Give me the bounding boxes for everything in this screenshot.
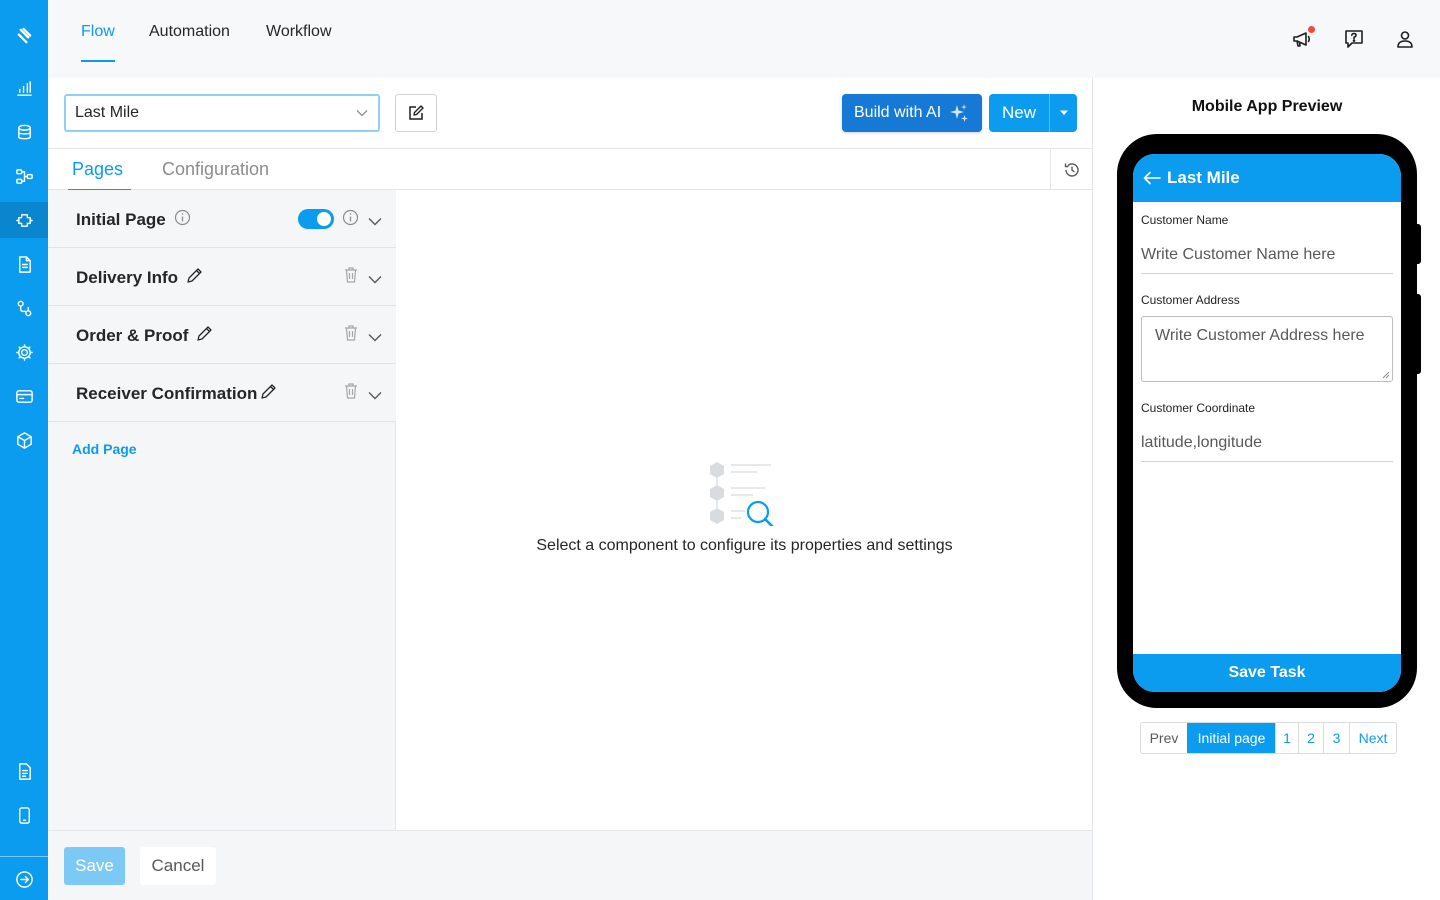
history-button[interactable] (1050, 149, 1092, 190)
page-row-delivery-info[interactable]: Delivery Info (48, 248, 396, 306)
pagination-page-2[interactable]: 2 (1298, 723, 1323, 753)
phone-side-button (1415, 224, 1421, 264)
app-title: Last Mile (1167, 168, 1240, 187)
build-with-ai-button[interactable]: Build with AI (842, 94, 982, 132)
new-dropdown-toggle[interactable] (1049, 94, 1077, 132)
field-label: Customer Address (1141, 293, 1240, 307)
save-button[interactable]: Save (64, 847, 125, 885)
expand-icon[interactable] (0, 861, 48, 897)
field-label: Customer Coordinate (1141, 401, 1256, 415)
package-icon[interactable] (0, 422, 48, 458)
settings-icon[interactable] (0, 334, 48, 370)
flow-editor-panel: Last Mile Build with AI New Pages Config… (48, 78, 1092, 830)
save-task-button[interactable]: Save Task (1133, 654, 1401, 692)
page-title: Order & Proof (76, 326, 189, 345)
customer-address-textarea[interactable]: Write Customer Address here (1141, 316, 1393, 382)
app-header: Last Mile (1133, 154, 1401, 202)
chevron-down-icon[interactable] (368, 387, 382, 405)
route-icon[interactable] (0, 290, 48, 326)
trash-icon[interactable] (344, 383, 358, 404)
page-row-order-proof[interactable]: Order & Proof (48, 306, 396, 364)
database-icon[interactable] (0, 114, 48, 150)
edit-flow-button[interactable] (395, 94, 437, 132)
back-arrow-icon[interactable] (1143, 171, 1161, 185)
preview-title: Mobile App Preview (1191, 98, 1343, 115)
sidebar-rail (0, 0, 48, 900)
mobile-icon[interactable] (0, 797, 48, 833)
user-icon[interactable] (1392, 26, 1418, 52)
page-enabled-toggle[interactable] (298, 209, 334, 229)
pagination-prev[interactable]: Prev (1141, 723, 1187, 753)
page-title: Receiver Confirmation (76, 384, 258, 403)
nav-tab-flow[interactable]: Flow (81, 0, 115, 64)
field-label: Customer Name (1141, 213, 1229, 227)
notification-dot (1308, 26, 1315, 33)
pagination-page-3[interactable]: 3 (1323, 723, 1349, 753)
flow-select[interactable]: Last Mile (64, 94, 380, 132)
new-button[interactable]: New (989, 94, 1077, 132)
page-title: Delivery Info (76, 268, 179, 287)
resize-handle-icon[interactable] (1382, 371, 1390, 379)
flow-icon[interactable] (0, 158, 48, 194)
trash-icon[interactable] (344, 267, 358, 288)
pencil-icon[interactable] (186, 267, 203, 289)
edit-icon (408, 105, 424, 121)
build-with-ai-label: Build with AI (854, 104, 942, 121)
pagination-current[interactable]: Initial page (1187, 723, 1275, 753)
billing-icon[interactable] (0, 378, 48, 414)
trash-icon[interactable] (344, 325, 358, 346)
chevron-down-icon[interactable] (368, 271, 382, 289)
megaphone-icon[interactable] (1289, 26, 1315, 52)
document-icon[interactable] (0, 246, 48, 282)
nav-tab-workflow[interactable]: Workflow (266, 0, 332, 64)
phone-screen: Last Mile Customer Name Write Customer N… (1133, 154, 1401, 692)
page-row-initial[interactable]: Initial Page (48, 190, 396, 248)
chevron-down-icon[interactable] (368, 329, 382, 347)
preview-pagination: Prev Initial page 1 2 3 Next (1140, 722, 1397, 754)
page-row-receiver-confirmation[interactable]: Receiver Confirmation (48, 364, 396, 422)
pages-list: Initial Page Delivery Info Order & Proof… (48, 190, 396, 830)
search-components-icon (707, 460, 779, 526)
mobile-preview-panel: Mobile App Preview Last Mile Customer Na… (1092, 78, 1440, 900)
pagination-next[interactable]: Next (1349, 723, 1396, 753)
notes-icon[interactable] (0, 753, 48, 789)
history-icon (1063, 161, 1081, 179)
flow-select-value: Last Mile (75, 104, 140, 121)
new-button-label: New (1001, 103, 1036, 122)
component-config-empty-state: Select a component to configure its prop… (397, 190, 1092, 830)
phone-side-button (1415, 294, 1421, 374)
sparkle-icon (949, 103, 969, 123)
integration-icon[interactable] (0, 202, 48, 238)
tab-pages[interactable]: Pages (67, 149, 132, 191)
pagination-page-1[interactable]: 1 (1275, 723, 1298, 753)
info-icon[interactable] (342, 209, 359, 231)
customer-coordinate-input[interactable]: latitude,longitude (1141, 424, 1393, 462)
pencil-icon[interactable] (260, 383, 277, 405)
customer-name-input[interactable]: Write Customer Name here (1141, 236, 1393, 274)
caret-down-icon (1059, 110, 1068, 115)
tab-configuration[interactable]: Configuration (162, 149, 269, 190)
add-page-link[interactable]: Add Page (72, 441, 137, 457)
sidebar-divider (0, 856, 48, 857)
cancel-button[interactable]: Cancel (140, 847, 216, 885)
phone-frame: Last Mile Customer Name Write Customer N… (1117, 134, 1421, 708)
analytics-icon[interactable] (0, 70, 48, 106)
textarea-placeholder: Write Customer Address here (1155, 327, 1365, 344)
editor-tabs: Pages Configuration (48, 148, 1092, 191)
help-chat-icon[interactable] (1341, 26, 1367, 52)
nav-tab-automation[interactable]: Automation (149, 0, 230, 64)
chevron-down-icon (356, 109, 368, 117)
empty-state-message: Select a component to configure its prop… (536, 537, 953, 554)
top-bar: Flow Automation Workflow (48, 0, 1440, 78)
page-title: Initial Page (76, 210, 166, 229)
logo-icon[interactable] (0, 18, 48, 54)
editor-footer: Save Cancel (48, 830, 1092, 900)
chevron-down-icon[interactable] (368, 213, 382, 231)
pencil-icon[interactable] (196, 325, 213, 347)
info-icon[interactable] (174, 209, 191, 231)
